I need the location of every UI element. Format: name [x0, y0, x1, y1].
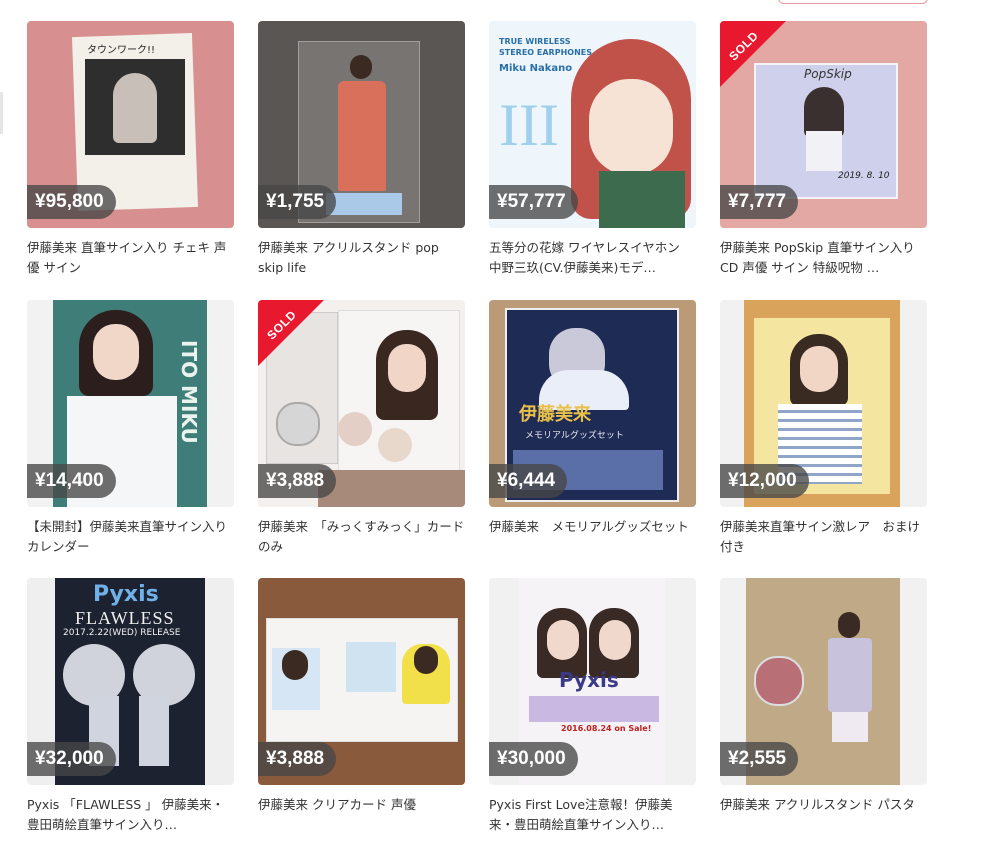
product-card[interactable]: ITO MIKU ¥14,400 【未開封】伊藤美来直筆サイン入りカレンダー	[27, 300, 234, 557]
product-card[interactable]: ¥3,888 伊藤美来 クリアカード 声優	[258, 578, 465, 835]
product-card[interactable]: タウンワーク!! ¥95,800 伊藤美来 直筆サイン入り チェキ 声優 サイン	[27, 21, 234, 278]
product-name[interactable]: 伊藤美来 アクリルスタンド pop skip life	[258, 238, 465, 278]
product-name[interactable]: 伊藤美来 「みっくすみっく」カードのみ	[258, 517, 465, 557]
product-name[interactable]: 五等分の花嫁 ワイヤレスイヤホン 中野三玖(CV.伊藤美来)モデ…	[489, 238, 696, 278]
price-tag: ¥2,555	[720, 742, 799, 776]
price-tag: ¥1,755	[258, 185, 337, 219]
product-name[interactable]: 伊藤美来 アクリルスタンド パスタ	[720, 795, 927, 835]
product-card[interactable]: ¥1,755 伊藤美来 アクリルスタンド pop skip life	[258, 21, 465, 278]
price-tag: ¥12,000	[720, 464, 809, 498]
product-thumbnail[interactable]: タウンワーク!! ¥95,800	[27, 21, 234, 228]
product-thumbnail[interactable]: ¥12,000	[720, 300, 927, 507]
product-thumbnail[interactable]: SOLD ¥3,888	[258, 300, 465, 507]
product-card[interactable]: TRUE WIRELESS STEREO EARPHONES Miku Naka…	[489, 21, 696, 278]
product-thumbnail[interactable]: ¥3,888	[258, 578, 465, 785]
earphone-text-1: TRUE WIRELESS	[499, 37, 571, 46]
calendar-side-text: ITO MIKU	[177, 340, 201, 444]
product-card[interactable]: Pyxis 2016.08.24 on Sale! ¥30,000 Pyxis …	[489, 578, 696, 835]
cd-signature-date: 2019. 8. 10	[838, 171, 890, 181]
product-card[interactable]: ¥12,000 伊藤美来直筆サイン激レア おまけ付き	[720, 300, 927, 557]
product-card[interactable]: Pyxis FLAWLESS 2017.2.22(WED) RELEASE ¥3…	[27, 578, 234, 835]
product-name[interactable]: 伊藤美来 メモリアルグッズセット	[489, 517, 696, 557]
product-name[interactable]: Pyxis First Love注意報！伊藤美来・豊田萌絵直筆サイン入り…	[489, 795, 696, 835]
release-date: 2016.08.24 on Sale!	[561, 724, 652, 733]
product-card[interactable]: ¥2,555 伊藤美来 アクリルスタンド パスタ	[720, 578, 927, 835]
product-thumbnail[interactable]: ¥2,555	[720, 578, 927, 785]
release-date: 2017.2.22(WED) RELEASE	[63, 628, 181, 638]
product-card[interactable]: PopSkip 2019. 8. 10 SOLD ¥7,777 伊藤美来 Pop…	[720, 21, 927, 278]
earphone-text-2: STEREO EARPHONES	[499, 48, 592, 57]
album-title: FLAWLESS	[75, 608, 175, 628]
goods-title: 伊藤美来	[519, 404, 591, 425]
product-card[interactable]: 伊藤美来 メモリアルグッズセット ¥6,444 伊藤美来 メモリアルグッズセット	[489, 300, 696, 557]
price-tag: ¥3,888	[258, 464, 337, 498]
top-action-button[interactable]	[778, 0, 928, 4]
price-tag: ¥14,400	[27, 464, 116, 498]
product-name[interactable]: 【未開封】伊藤美来直筆サイン入りカレンダー	[27, 517, 234, 557]
price-tag: ¥7,777	[720, 185, 799, 219]
price-tag: ¥30,000	[489, 742, 578, 776]
earphone-character-name: Miku Nakano	[499, 63, 573, 74]
price-tag: ¥6,444	[489, 464, 568, 498]
pyxis-logo: Pyxis	[559, 668, 619, 692]
product-name[interactable]: 伊藤美来直筆サイン激レア おまけ付き	[720, 517, 927, 557]
left-edge-tab	[0, 92, 3, 134]
product-name[interactable]: 伊藤美来 直筆サイン入り チェキ 声優 サイン	[27, 238, 234, 278]
product-name[interactable]: Pyxis 「FLAWLESS 」 伊藤美来・豊田萌絵直筆サイン入り…	[27, 795, 234, 835]
product-card[interactable]: SOLD ¥3,888 伊藤美来 「みっくすみっく」カードのみ	[258, 300, 465, 557]
product-thumbnail[interactable]: TRUE WIRELESS STEREO EARPHONES Miku Naka…	[489, 21, 696, 228]
price-tag: ¥3,888	[258, 742, 337, 776]
cheki-caption: タウンワーク!!	[87, 45, 156, 56]
product-thumbnail[interactable]: ITO MIKU ¥14,400	[27, 300, 234, 507]
goods-subtitle: メモリアルグッズセット	[525, 431, 624, 441]
product-thumbnail[interactable]: Pyxis FLAWLESS 2017.2.22(WED) RELEASE ¥3…	[27, 578, 234, 785]
pyxis-logo: Pyxis	[93, 582, 159, 607]
price-tag: ¥32,000	[27, 742, 116, 776]
product-thumbnail[interactable]: 伊藤美来 メモリアルグッズセット ¥6,444	[489, 300, 696, 507]
product-name[interactable]: 伊藤美来 クリアカード 声優	[258, 795, 465, 835]
product-thumbnail[interactable]: PopSkip 2019. 8. 10 SOLD ¥7,777	[720, 21, 927, 228]
price-tag: ¥57,777	[489, 185, 578, 219]
price-tag: ¥95,800	[27, 185, 116, 219]
product-name[interactable]: 伊藤美来 PopSkip 直筆サイン入り CD 声優 サイン 特級呪物 …	[720, 238, 927, 278]
product-thumbnail[interactable]: Pyxis 2016.08.24 on Sale! ¥30,000	[489, 578, 696, 785]
cd-title: PopSkip	[804, 67, 852, 81]
product-thumbnail[interactable]: ¥1,755	[258, 21, 465, 228]
